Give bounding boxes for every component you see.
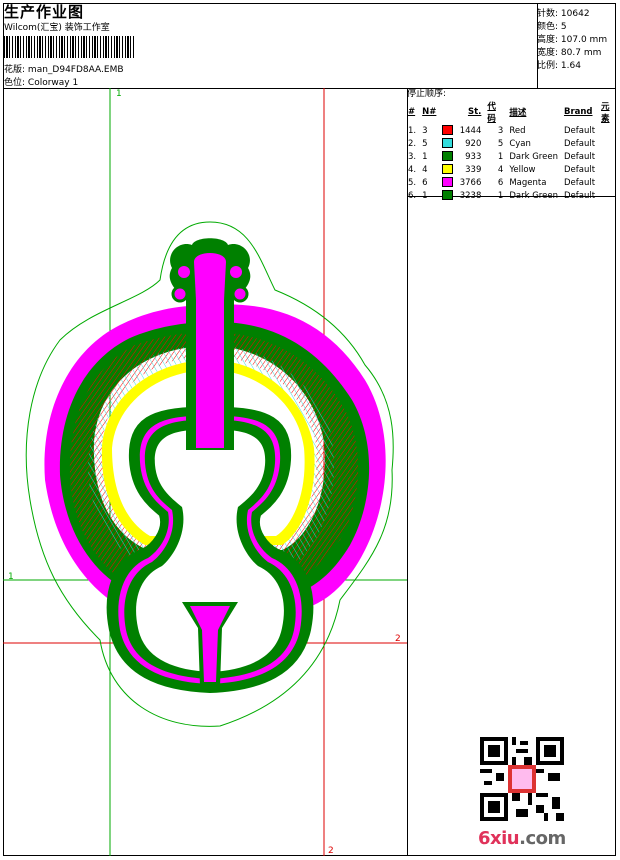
qr-code: [480, 737, 564, 821]
site-watermark: 6xiu.com: [478, 828, 566, 849]
peg-right-bottom: [231, 285, 249, 303]
peg-left-bottom: [171, 285, 189, 303]
neck-inner: [196, 300, 224, 448]
marker-red-bottom: 2: [328, 846, 334, 856]
marker-red-right: 2: [395, 634, 401, 644]
marker-green-left: 1: [8, 572, 14, 582]
marker-green-top: 1: [116, 89, 122, 99]
scroll-inner: [194, 253, 226, 300]
design-canvas: [3, 88, 407, 856]
peg-left-top: [178, 266, 190, 278]
peg-right-top: [230, 266, 242, 278]
